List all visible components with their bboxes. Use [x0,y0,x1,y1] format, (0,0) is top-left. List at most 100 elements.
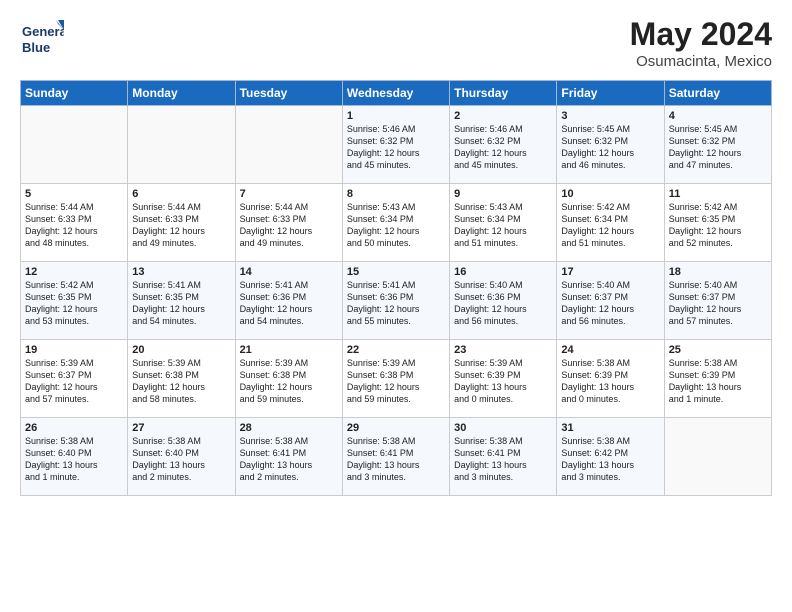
day-info: Sunrise: 5:46 AM Sunset: 6:32 PM Dayligh… [347,123,445,172]
weekday-wednesday: Wednesday [342,81,449,106]
day-info: Sunrise: 5:38 AM Sunset: 6:40 PM Dayligh… [132,435,230,484]
day-number: 24 [561,344,659,356]
day-number: 6 [132,188,230,200]
day-info: Sunrise: 5:39 AM Sunset: 6:37 PM Dayligh… [25,357,123,406]
day-number: 31 [561,422,659,434]
day-cell [664,418,771,496]
day-cell [235,106,342,184]
day-number: 26 [25,422,123,434]
day-info: Sunrise: 5:44 AM Sunset: 6:33 PM Dayligh… [25,201,123,250]
day-cell: 14Sunrise: 5:41 AM Sunset: 6:36 PM Dayli… [235,262,342,340]
day-cell: 13Sunrise: 5:41 AM Sunset: 6:35 PM Dayli… [128,262,235,340]
day-info: Sunrise: 5:42 AM Sunset: 6:34 PM Dayligh… [561,201,659,250]
day-number: 21 [240,344,338,356]
day-info: Sunrise: 5:43 AM Sunset: 6:34 PM Dayligh… [347,201,445,250]
day-cell: 17Sunrise: 5:40 AM Sunset: 6:37 PM Dayli… [557,262,664,340]
day-number: 3 [561,110,659,122]
calendar: SundayMondayTuesdayWednesdayThursdayFrid… [20,80,772,496]
day-info: Sunrise: 5:46 AM Sunset: 6:32 PM Dayligh… [454,123,552,172]
page: General Blue May 2024 Osumacinta, Mexico… [0,0,792,506]
day-number: 20 [132,344,230,356]
day-number: 10 [561,188,659,200]
svg-text:General: General [22,24,64,39]
header: General Blue May 2024 Osumacinta, Mexico [20,16,772,70]
day-info: Sunrise: 5:39 AM Sunset: 6:38 PM Dayligh… [347,357,445,406]
day-cell: 21Sunrise: 5:39 AM Sunset: 6:38 PM Dayli… [235,340,342,418]
day-number: 17 [561,266,659,278]
day-cell: 31Sunrise: 5:38 AM Sunset: 6:42 PM Dayli… [557,418,664,496]
day-info: Sunrise: 5:38 AM Sunset: 6:39 PM Dayligh… [561,357,659,406]
day-number: 18 [669,266,767,278]
calendar-body: 1Sunrise: 5:46 AM Sunset: 6:32 PM Daylig… [21,106,772,496]
day-info: Sunrise: 5:42 AM Sunset: 6:35 PM Dayligh… [669,201,767,250]
day-cell: 11Sunrise: 5:42 AM Sunset: 6:35 PM Dayli… [664,184,771,262]
month-title: May 2024 [630,16,772,53]
weekday-friday: Friday [557,81,664,106]
day-cell: 3Sunrise: 5:45 AM Sunset: 6:32 PM Daylig… [557,106,664,184]
weekday-saturday: Saturday [664,81,771,106]
day-info: Sunrise: 5:38 AM Sunset: 6:41 PM Dayligh… [240,435,338,484]
day-number: 15 [347,266,445,278]
day-cell: 10Sunrise: 5:42 AM Sunset: 6:34 PM Dayli… [557,184,664,262]
day-number: 7 [240,188,338,200]
day-number: 4 [669,110,767,122]
day-number: 30 [454,422,552,434]
weekday-thursday: Thursday [450,81,557,106]
day-cell: 28Sunrise: 5:38 AM Sunset: 6:41 PM Dayli… [235,418,342,496]
week-row-4: 26 Sunrise: 5:38 AM Sunset: 6:40 PM Dayli… [21,418,772,496]
day-cell: 5Sunrise: 5:44 AM Sunset: 6:33 PM Daylig… [21,184,128,262]
day-cell: 1Sunrise: 5:46 AM Sunset: 6:32 PM Daylig… [342,106,449,184]
day-info: Sunrise: 5:39 AM Sunset: 6:39 PM Dayligh… [454,357,552,406]
title-block: May 2024 Osumacinta, Mexico [630,16,772,70]
weekday-sunday: Sunday [21,81,128,106]
day-cell: 9Sunrise: 5:43 AM Sunset: 6:34 PM Daylig… [450,184,557,262]
day-cell: 8Sunrise: 5:43 AM Sunset: 6:34 PM Daylig… [342,184,449,262]
day-number: 16 [454,266,552,278]
day-info: Sunrise: 5:39 AM Sunset: 6:38 PM Dayligh… [240,357,338,406]
day-info: Sunrise: 5:39 AM Sunset: 6:38 PM Dayligh… [132,357,230,406]
day-cell: 22Sunrise: 5:39 AM Sunset: 6:38 PM Dayli… [342,340,449,418]
day-info: Sunrise: 5:42 AM Sunset: 6:35 PM Dayligh… [25,279,123,328]
day-cell: 4Sunrise: 5:45 AM Sunset: 6:32 PM Daylig… [664,106,771,184]
day-info: Sunrise: 5:40 AM Sunset: 6:37 PM Dayligh… [561,279,659,328]
day-cell: 20Sunrise: 5:39 AM Sunset: 6:38 PM Dayli… [128,340,235,418]
day-number: 8 [347,188,445,200]
day-cell: 15Sunrise: 5:41 AM Sunset: 6:36 PM Dayli… [342,262,449,340]
day-number: 2 [454,110,552,122]
location-title: Osumacinta, Mexico [630,53,772,70]
day-info: Sunrise: 5:41 AM Sunset: 6:36 PM Dayligh… [347,279,445,328]
day-info: Sunrise: 5:44 AM Sunset: 6:33 PM Dayligh… [132,201,230,250]
day-cell: 30Sunrise: 5:38 AM Sunset: 6:41 PM Dayli… [450,418,557,496]
day-cell [21,106,128,184]
day-cell: 12Sunrise: 5:42 AM Sunset: 6:35 PM Dayli… [21,262,128,340]
day-number: 23 [454,344,552,356]
logo-svg: General Blue [20,16,64,60]
day-cell: 19Sunrise: 5:39 AM Sunset: 6:37 PM Dayli… [21,340,128,418]
day-number: 25 [669,344,767,356]
day-info: Sunrise: 5:40 AM Sunset: 6:37 PM Dayligh… [669,279,767,328]
day-info: Sunrise: 5:38 AM Sunset: 6:41 PM Dayligh… [347,435,445,484]
day-number: 22 [347,344,445,356]
weekday-header: SundayMondayTuesdayWednesdayThursdayFrid… [21,81,772,106]
week-row-1: 5Sunrise: 5:44 AM Sunset: 6:33 PM Daylig… [21,184,772,262]
day-number: 27 [132,422,230,434]
day-number: 11 [669,188,767,200]
week-row-0: 1Sunrise: 5:46 AM Sunset: 6:32 PM Daylig… [21,106,772,184]
day-info: Sunrise: 5:45 AM Sunset: 6:32 PM Dayligh… [561,123,659,172]
day-info: Sunrise: 5:41 AM Sunset: 6:35 PM Dayligh… [132,279,230,328]
day-info: Sunrise: 5:38 AM Sunset: 6:42 PM Dayligh… [561,435,659,484]
day-cell: 27Sunrise: 5:38 AM Sunset: 6:40 PM Dayli… [128,418,235,496]
day-number: 29 [347,422,445,434]
day-number: 1 [347,110,445,122]
day-number: 12 [25,266,123,278]
day-number: 13 [132,266,230,278]
day-cell: 26Sunrise: 5:38 AM Sunset: 6:40 PM Dayli… [21,418,128,496]
week-row-3: 19Sunrise: 5:39 AM Sunset: 6:37 PM Dayli… [21,340,772,418]
day-cell [128,106,235,184]
day-number: 28 [240,422,338,434]
day-cell: 6Sunrise: 5:44 AM Sunset: 6:33 PM Daylig… [128,184,235,262]
day-info: Sunrise: 5:38 AM Sunset: 6:41 PM Dayligh… [454,435,552,484]
day-number: 9 [454,188,552,200]
day-cell: 2Sunrise: 5:46 AM Sunset: 6:32 PM Daylig… [450,106,557,184]
day-info: Sunrise: 5:45 AM Sunset: 6:32 PM Dayligh… [669,123,767,172]
